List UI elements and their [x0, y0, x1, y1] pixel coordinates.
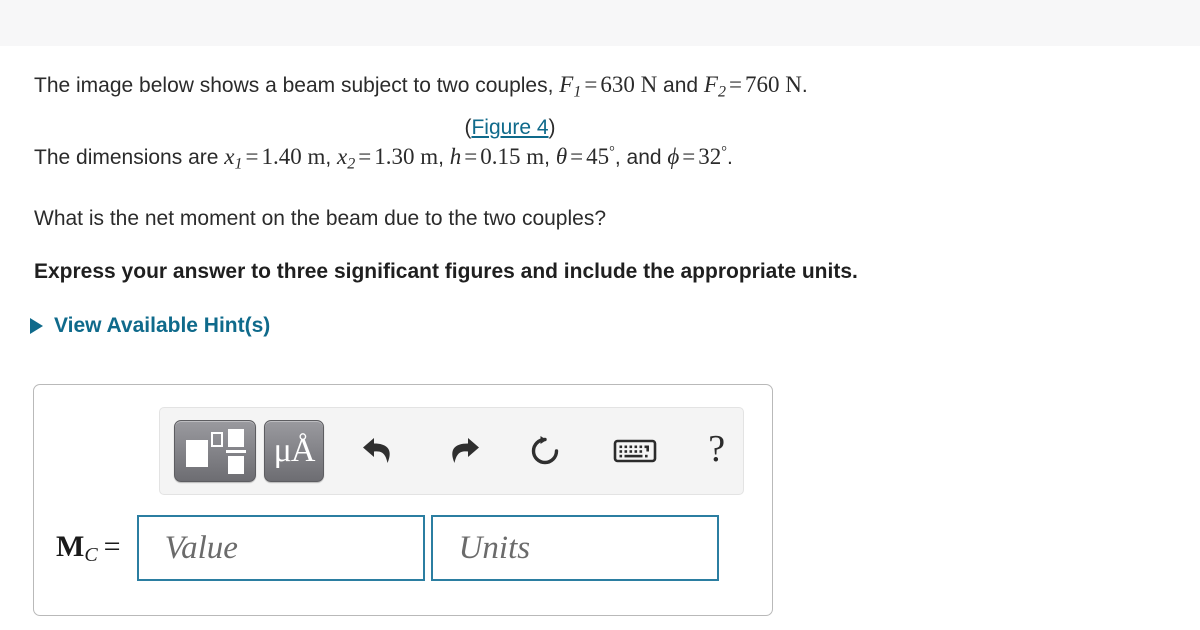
x1-symbol: x: [224, 144, 235, 170]
undo-button[interactable]: [354, 423, 407, 479]
force-2-symbol: F: [703, 72, 718, 97]
answer-symbol-label: MC =: [56, 530, 121, 567]
phi-value-group: 32°: [698, 144, 727, 169]
question-text: What is the net moment on the beam due t…: [34, 206, 607, 230]
h-symbol: h: [449, 144, 462, 170]
force-1-symbol: F: [559, 72, 574, 97]
answer-panel: μÅ ? MC = Value Units: [33, 384, 773, 616]
phi-symbol: ϕ: [667, 144, 680, 170]
keyboard-button[interactable]: [608, 423, 661, 479]
phi-value: 32: [698, 144, 722, 170]
theta-value: 45: [586, 144, 610, 170]
conjunction: and: [657, 74, 704, 97]
top-bar: [0, 0, 1200, 46]
redo-arrow-icon: [452, 438, 480, 463]
x1-value: 1.40 m: [261, 144, 326, 170]
problem-statement-line-2: The dimensions are x1 = 1.40 m, x2 = 1.30 m,…: [0, 140, 1200, 176]
reset-button[interactable]: [518, 423, 571, 479]
period-1: .: [801, 74, 808, 97]
help-button[interactable]: ?: [690, 423, 743, 479]
figure-link[interactable]: Figure 4: [471, 116, 548, 139]
statement-text: The image below shows a beam subject to …: [34, 74, 560, 97]
theta-equals: =: [570, 144, 584, 170]
x2-symbol: x: [337, 144, 348, 170]
value-input-placeholder: Value: [164, 529, 238, 566]
instruction-text: Express your answer to three significant…: [34, 260, 858, 284]
phi-equals: =: [682, 144, 696, 170]
problem-content: The image below shows a beam subject to …: [0, 46, 1200, 338]
force-2-value: 760 N: [744, 72, 802, 97]
undo-arrow-icon: [363, 438, 390, 463]
view-hints-label: View Available Hint(s): [54, 314, 271, 338]
math-template-button[interactable]: [174, 420, 256, 482]
moment-symbol: M: [56, 529, 85, 563]
keyboard-icon: [613, 439, 656, 463]
close-paren: ): [548, 116, 556, 140]
equals-sign-1: =: [584, 72, 598, 97]
h-value: 0.15 m: [480, 144, 545, 170]
theta-value-group: 45°: [586, 144, 615, 169]
dimensions-text: The dimensions are: [34, 146, 225, 170]
figure-reference: (Figure 4): [0, 116, 1200, 140]
separator-4: , and: [614, 146, 668, 170]
micro-angstrom-icon: μÅ: [273, 432, 316, 469]
redo-button[interactable]: [436, 423, 489, 479]
x1-equals: =: [245, 144, 259, 170]
separator-3: ,: [544, 146, 556, 170]
moment-subscript: C: [84, 543, 98, 566]
reset-circular-arrow-icon: [531, 436, 558, 465]
units-input-placeholder: Units: [458, 529, 531, 566]
answer-row: MC = Value Units: [56, 515, 719, 581]
separator-1: ,: [325, 146, 338, 170]
x2-equals: =: [358, 144, 372, 170]
force-1-value: 630 N: [600, 72, 658, 97]
units-button[interactable]: μÅ: [263, 420, 325, 482]
separator-2: ,: [438, 146, 450, 170]
h-equals: =: [464, 144, 478, 170]
triangle-right-icon: [30, 318, 43, 335]
period-2: .: [726, 146, 733, 170]
view-hints-button[interactable]: View Available Hint(s): [0, 314, 330, 338]
value-input-wrapper[interactable]: Value: [136, 515, 425, 581]
problem-statement-line-1: The image below shows a beam subject to …: [0, 46, 1200, 104]
math-template-icon: [184, 428, 246, 474]
units-input-wrapper[interactable]: Units: [430, 515, 719, 581]
answer-equals-sign: =: [103, 529, 121, 563]
x2-value: 1.30 m: [374, 144, 439, 170]
theta-symbol: θ: [555, 144, 568, 170]
answer-toolbar: μÅ ?: [159, 407, 744, 495]
equals-sign-2: =: [728, 72, 742, 97]
force-2-subscript: 2: [717, 83, 726, 101]
